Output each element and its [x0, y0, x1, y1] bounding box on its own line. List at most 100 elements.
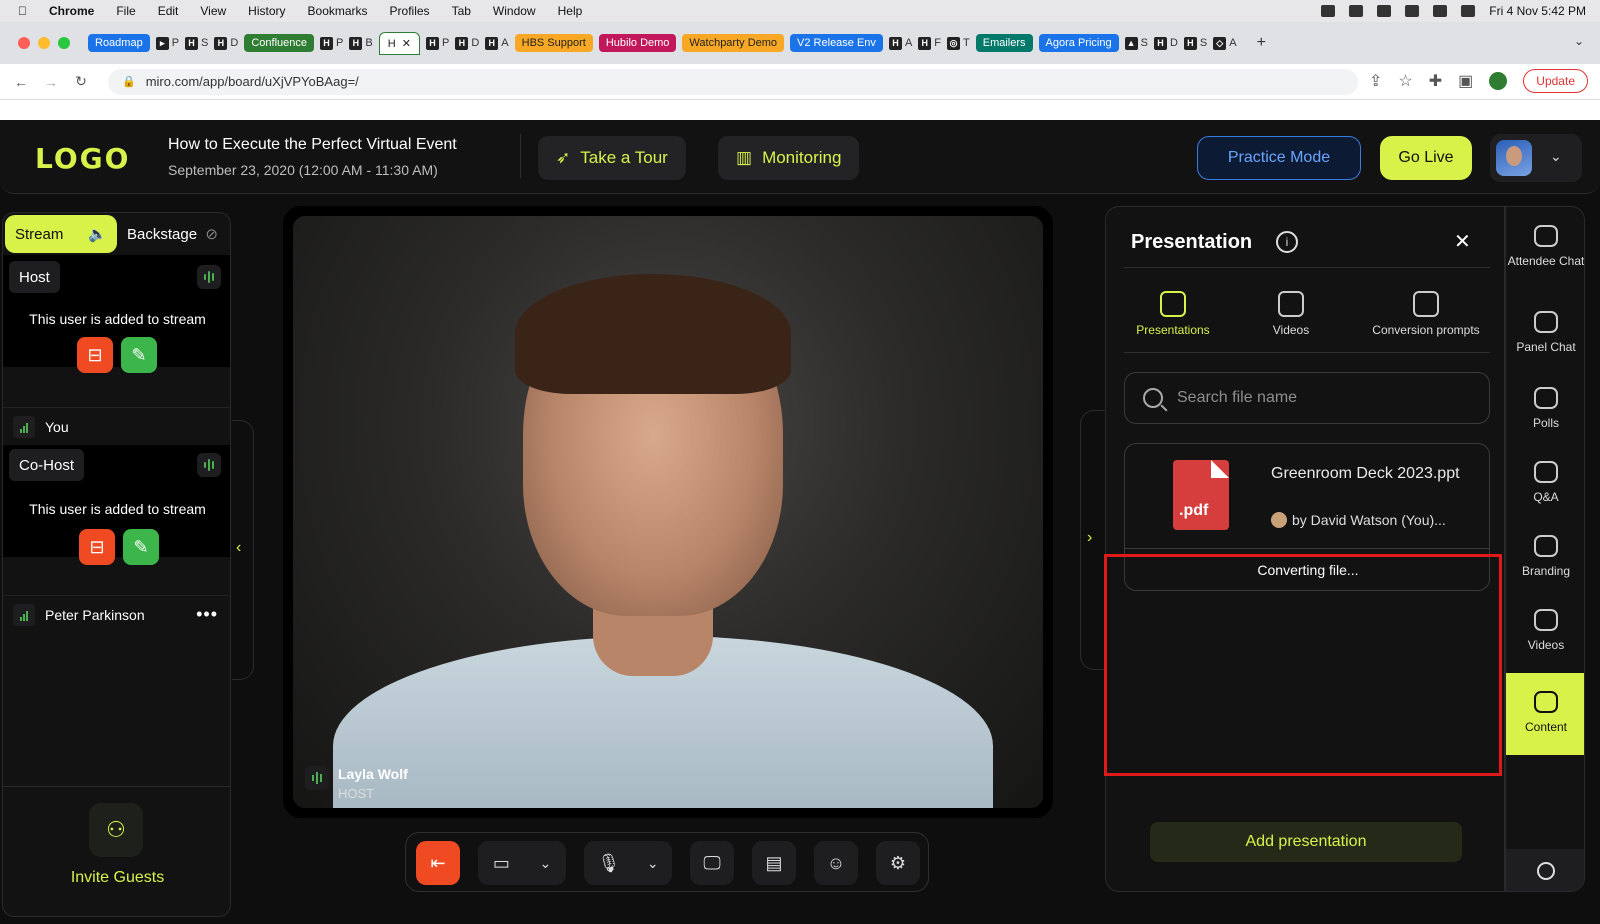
tab-item[interactable]: HB	[349, 36, 373, 50]
screen-share-button[interactable]: 🖵	[690, 841, 734, 885]
tab-group-hubilo-demo[interactable]: Hubilo Demo	[598, 34, 677, 52]
tab-item[interactable]: HP	[320, 36, 343, 50]
chevron-right-icon[interactable]: ›	[1087, 529, 1092, 547]
tab-item[interactable]: HD	[1153, 36, 1178, 50]
tab-group-emailers[interactable]: Emailers	[975, 34, 1033, 52]
add-presentation-button[interactable]: Add presentation	[1150, 822, 1462, 862]
leave-button[interactable]: ⇤	[416, 841, 460, 885]
minimize-window-button[interactable]	[38, 37, 50, 49]
menu-window[interactable]: Window	[493, 4, 536, 18]
chevron-down-icon[interactable]: ⌄	[1550, 148, 1562, 165]
menu-profiles[interactable]: Profiles	[390, 4, 430, 18]
tab-stream[interactable]: Stream 🔈	[5, 215, 117, 253]
tab-item[interactable]: ▸ P	[155, 36, 179, 50]
reload-icon[interactable]: ↻	[72, 73, 90, 90]
pin-button[interactable]: ✎	[123, 529, 159, 565]
practice-mode-button[interactable]: Practice Mode	[1197, 136, 1361, 180]
remove-from-stream-button[interactable]: ⊟	[79, 529, 115, 565]
menu-tab[interactable]: Tab	[452, 4, 471, 18]
more-options-icon[interactable]: •••	[196, 604, 218, 625]
maximize-window-button[interactable]	[58, 37, 70, 49]
close-window-button[interactable]	[18, 37, 30, 49]
invite-guests-button[interactable]: Invite Guests	[3, 869, 230, 887]
tab-item[interactable]: ◎ T	[947, 36, 970, 50]
control-center-icon[interactable]	[1461, 5, 1476, 17]
arrow-down-circle-icon[interactable]	[1537, 862, 1555, 880]
tab-item[interactable]: HF	[918, 36, 941, 50]
tab-presentations[interactable]: Presentations	[1130, 291, 1216, 337]
new-tab-button[interactable]: +	[1257, 34, 1266, 52]
tab-group-v2-release-env[interactable]: V2 Release Env	[790, 34, 883, 52]
tab-group-watchparty-demo[interactable]: Watchparty Demo	[682, 34, 785, 52]
status-search-icon[interactable]	[1433, 5, 1448, 17]
extensions-icon[interactable]: ✚	[1429, 71, 1442, 91]
menu-view[interactable]: View	[200, 4, 226, 18]
update-button[interactable]: Update	[1523, 69, 1588, 93]
settings-button[interactable]: ⚙	[876, 841, 920, 885]
user-menu[interactable]: ⌄	[1490, 134, 1582, 182]
rail-scroll-down[interactable]	[1506, 849, 1584, 891]
info-icon[interactable]: i	[1276, 231, 1298, 253]
tab-group-hbs-support[interactable]: HBS Support	[514, 34, 593, 52]
menu-edit[interactable]: Edit	[158, 4, 179, 18]
status-gear-icon[interactable]	[1349, 5, 1364, 17]
tab-item[interactable]: HA	[485, 36, 509, 50]
chevron-down-icon[interactable]: ⌄	[647, 855, 659, 872]
tab-backstage[interactable]: Backstage ⊘	[117, 215, 228, 253]
camera-control[interactable]: ▭ ⌄	[478, 841, 566, 885]
address-bar[interactable]: 🔒 miro.com/app/board/uXjVPYoBAag=/	[108, 68, 1358, 95]
url-text[interactable]: miro.com/app/board/uXjVPYoBAag=/	[146, 74, 359, 89]
tab-videos[interactable]: Videos	[1256, 291, 1326, 337]
tab-item[interactable]: HS	[1183, 36, 1207, 50]
menu-history[interactable]: History	[248, 4, 285, 18]
menu-app-name[interactable]: Chrome	[49, 4, 94, 18]
tab-item[interactable]: HP	[425, 36, 449, 50]
tab-item[interactable]: HA	[888, 36, 912, 50]
menu-bookmarks[interactable]: Bookmarks	[308, 4, 368, 18]
menubar-clock[interactable]: Fri 4 Nov 5:42 PM	[1489, 4, 1586, 18]
back-icon[interactable]: ←	[12, 74, 30, 90]
active-tab[interactable]: H ✕	[378, 31, 420, 55]
add-user-icon[interactable]: ⚇	[89, 803, 143, 857]
microphone-icon[interactable]: 🎙	[597, 853, 620, 874]
rail-branding[interactable]: Branding	[1506, 535, 1584, 579]
forward-icon[interactable]: →	[42, 74, 60, 90]
rail-qna[interactable]: Q&A	[1506, 461, 1584, 505]
profile-avatar[interactable]	[1489, 72, 1508, 90]
pin-button[interactable]: ✎	[121, 337, 157, 373]
camera-icon[interactable]: ▭	[493, 853, 510, 874]
rail-attendee-chat[interactable]: Attendee Chat	[1506, 225, 1584, 269]
lock-icon[interactable]: 🔒	[122, 75, 136, 88]
status-battery-icon[interactable]	[1405, 5, 1420, 17]
chevron-down-icon[interactable]: ⌄	[539, 855, 551, 872]
tab-group-roadmap[interactable]: Roadmap	[88, 34, 150, 52]
collapse-right-panel[interactable]: ›	[1080, 410, 1106, 670]
search-input[interactable]: Search file name	[1124, 372, 1490, 424]
mic-control[interactable]: 🎙 ⌄	[584, 841, 672, 885]
tab-group-confluence[interactable]: Confluence	[244, 34, 314, 52]
apple-icon[interactable]: 	[18, 4, 27, 18]
menu-help[interactable]: Help	[558, 4, 583, 18]
menu-file[interactable]: File	[116, 4, 135, 18]
tab-search-chevron-icon[interactable]: ⌄	[1574, 34, 1584, 48]
tab-group-agora-pricing[interactable]: Agora Pricing	[1038, 34, 1119, 52]
monitoring-button[interactable]: ▥ Monitoring	[718, 136, 860, 180]
take-a-tour-button[interactable]: ➶ Take a Tour	[538, 136, 686, 180]
rail-videos[interactable]: Videos	[1506, 609, 1584, 653]
share-icon[interactable]: ⇪	[1369, 71, 1382, 91]
tab-item[interactable]: ▲ S	[1124, 36, 1148, 50]
tab-conversion-prompts[interactable]: Conversion prompts	[1364, 291, 1488, 337]
close-icon[interactable]: ✕	[1454, 229, 1471, 254]
status-app-icon[interactable]	[1321, 5, 1336, 17]
tab-item[interactable]: HD	[214, 36, 238, 50]
rail-content[interactable]: Content	[1506, 673, 1584, 755]
bookmark-star-icon[interactable]: ☆	[1398, 71, 1412, 91]
reactions-button[interactable]: ☺	[814, 841, 858, 885]
chevron-left-icon[interactable]: ‹	[236, 539, 241, 557]
tab-item[interactable]: HS	[185, 36, 208, 50]
remove-from-stream-button[interactable]: ⊟	[77, 337, 113, 373]
avatar[interactable]	[1496, 140, 1532, 176]
go-live-button[interactable]: Go Live	[1380, 136, 1472, 180]
status-wifi-icon[interactable]	[1377, 5, 1392, 17]
collapse-left-panel[interactable]: ‹	[232, 420, 254, 680]
